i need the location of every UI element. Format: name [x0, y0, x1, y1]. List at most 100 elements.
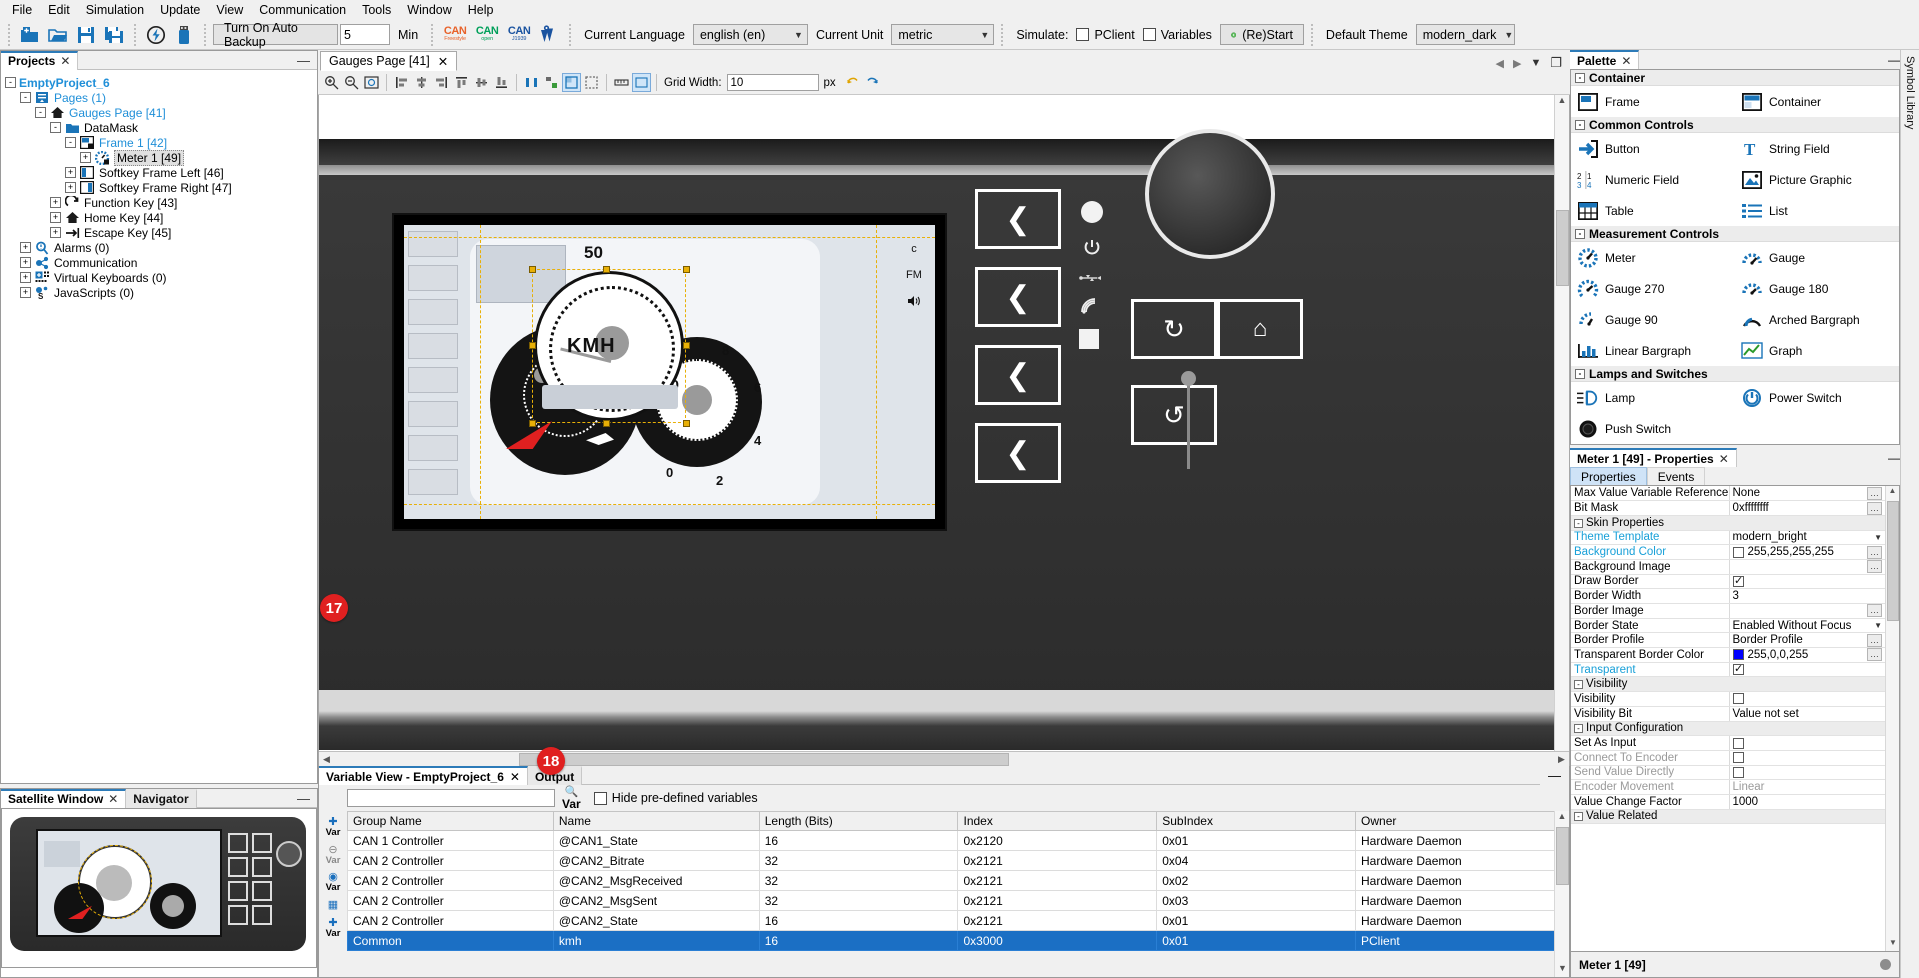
- screen-softkey-6[interactable]: [408, 401, 458, 427]
- property-row[interactable]: Value Change Factor1000: [1571, 794, 1885, 809]
- property-group-header[interactable]: -Input Configuration: [1571, 721, 1885, 736]
- new-project-icon[interactable]: [17, 22, 43, 48]
- property-value[interactable]: 255,0,0,255…: [1729, 648, 1885, 663]
- horizontal-scroll-thumb[interactable]: [519, 753, 1009, 766]
- align-left-icon[interactable]: [392, 73, 411, 92]
- expand-icon[interactable]: +: [50, 212, 61, 223]
- property-checkbox[interactable]: [1733, 752, 1744, 763]
- expand-icon[interactable]: +: [20, 257, 31, 268]
- variables-checkbox[interactable]: [1143, 28, 1156, 41]
- collapse-icon[interactable]: -: [1575, 229, 1585, 239]
- tree-node[interactable]: -Frame 1 [42]: [5, 135, 317, 150]
- save-icon[interactable]: [73, 22, 99, 48]
- column-subindex[interactable]: SubIndex: [1157, 812, 1356, 831]
- palette-item-list[interactable]: List: [1735, 195, 1899, 226]
- minimize-icon[interactable]: —: [1888, 451, 1900, 465]
- property-value[interactable]: Border Profile…: [1729, 633, 1885, 648]
- project-tree[interactable]: -EmptyProject_6-Pages (1)-Gauges Page [4…: [1, 70, 317, 783]
- table-view-button[interactable]: ▦: [328, 900, 338, 911]
- design-canvas[interactable]: 8 6 4 2 0 100: [318, 95, 1570, 766]
- collapse-icon[interactable]: -: [1574, 812, 1583, 821]
- tab-palette[interactable]: Palette ✕: [1570, 50, 1639, 69]
- property-checkbox[interactable]: [1733, 576, 1744, 587]
- collapse-icon[interactable]: -: [1574, 680, 1583, 689]
- add-variable-button[interactable]: ✚Var: [326, 817, 341, 838]
- hide-predefined-row[interactable]: Hide pre-defined variables: [594, 791, 758, 805]
- selection-handle-sw[interactable]: [529, 420, 536, 427]
- escape-key-button[interactable]: ↺: [1131, 385, 1217, 445]
- close-icon[interactable]: ✕: [1719, 452, 1729, 466]
- menu-update[interactable]: Update: [152, 1, 208, 19]
- restart-button[interactable]: (Re)Start: [1220, 24, 1304, 45]
- zoom-fit-icon[interactable]: [362, 73, 381, 92]
- property-group-header[interactable]: -Skin Properties: [1571, 515, 1885, 530]
- palette-group-header[interactable]: -Lamps and Switches: [1571, 366, 1899, 382]
- tree-node[interactable]: -EmptyProject_6: [5, 75, 317, 90]
- property-value[interactable]: …: [1729, 604, 1885, 619]
- browse-button[interactable]: …: [1867, 648, 1882, 661]
- property-value[interactable]: 1000: [1729, 794, 1885, 809]
- rotary-knob[interactable]: [1145, 129, 1275, 259]
- property-row[interactable]: Transparent Border Color255,0,0,255…: [1571, 648, 1885, 663]
- properties-grid[interactable]: Max Value Variable ReferenceNone…Bit Mas…: [1571, 486, 1885, 824]
- palette-item-string-field[interactable]: TString Field: [1735, 133, 1899, 164]
- property-value[interactable]: [1729, 736, 1885, 751]
- home-key-button[interactable]: ⌂: [1217, 299, 1303, 359]
- property-value[interactable]: …: [1729, 559, 1885, 574]
- variables-checkbox-row[interactable]: Variables: [1143, 28, 1212, 42]
- scroll-down-icon[interactable]: ▼: [1555, 963, 1569, 977]
- cell-owner[interactable]: Hardware Daemon▼: [1356, 891, 1569, 911]
- property-checkbox[interactable]: [1733, 738, 1744, 749]
- menu-edit[interactable]: Edit: [40, 1, 78, 19]
- palette-item-graph[interactable]: Graph: [1735, 335, 1899, 366]
- property-row[interactable]: Connect To Encoder: [1571, 750, 1885, 765]
- properties-grid-scroll[interactable]: Max Value Variable ReferenceNone…Bit Mas…: [1570, 485, 1900, 952]
- palette-item-power-switch[interactable]: Power Switch: [1735, 382, 1899, 413]
- selection-handle-s[interactable]: [603, 420, 610, 427]
- table-row[interactable]: Commonkmh160x30000x01PClient▼: [348, 931, 1569, 951]
- selection-handle-nw[interactable]: [529, 266, 536, 273]
- selection-handle-e[interactable]: [683, 342, 690, 349]
- chevron-down-icon[interactable]: ▼: [1874, 533, 1882, 542]
- property-group-row[interactable]: -Value Related: [1571, 809, 1885, 824]
- property-row[interactable]: Transparent: [1571, 662, 1885, 677]
- tree-node[interactable]: +Function Key [43]: [5, 195, 317, 210]
- backup-minutes-input[interactable]: 5: [340, 24, 390, 45]
- hmi-screen[interactable]: 8 6 4 2 0 100: [392, 213, 947, 531]
- tree-node[interactable]: +Softkey Frame Right [47]: [5, 180, 317, 195]
- minimize-icon[interactable]: —: [290, 53, 317, 68]
- property-row[interactable]: Set As Input: [1571, 736, 1885, 751]
- screen-softkey-1[interactable]: [408, 231, 458, 257]
- variable-table[interactable]: Group Name Name Length (Bits) Index SubI…: [347, 811, 1569, 951]
- property-value[interactable]: 3: [1729, 589, 1885, 604]
- color-swatch[interactable]: [1733, 547, 1744, 558]
- properties-scrollbar[interactable]: ▲ ▼: [1885, 486, 1899, 951]
- variable-table-scroll[interactable]: Group Name Name Length (Bits) Index SubI…: [347, 811, 1569, 977]
- screen-softkey-3[interactable]: [408, 299, 458, 325]
- prev-tab-icon[interactable]: ◀: [1496, 57, 1504, 70]
- search-var-icon[interactable]: 🔍 Var: [562, 787, 581, 810]
- browse-button[interactable]: …: [1867, 502, 1882, 515]
- property-row[interactable]: Send Value Directly: [1571, 765, 1885, 780]
- table-row[interactable]: CAN 2 Controller@CAN2_Bitrate320x21210x0…: [348, 851, 1569, 871]
- scroll-up-icon[interactable]: ▲: [1555, 811, 1569, 825]
- palette-item-lamp[interactable]: Lamp: [1571, 382, 1735, 413]
- can-freestyle-icon[interactable]: CAN Freestyle: [440, 26, 470, 43]
- column-group-name[interactable]: Group Name: [348, 812, 554, 831]
- flash-icon[interactable]: [143, 22, 169, 48]
- hw-softkey-4[interactable]: ❮: [975, 423, 1061, 483]
- menu-simulation[interactable]: Simulation: [78, 1, 152, 19]
- column-owner[interactable]: Owner: [1356, 812, 1569, 831]
- scroll-up-icon[interactable]: ▲: [1886, 486, 1899, 499]
- variable-table-scrollbar[interactable]: ▲ ▼: [1554, 811, 1569, 977]
- tree-node[interactable]: +Softkey Frame Left [46]: [5, 165, 317, 180]
- collapse-icon[interactable]: -: [1574, 724, 1583, 733]
- next-tab-icon[interactable]: ▶: [1513, 57, 1521, 70]
- tab-gauges-page[interactable]: Gauges Page [41] ✕: [320, 51, 457, 71]
- scroll-left-icon[interactable]: ◀: [319, 754, 334, 765]
- property-row[interactable]: Background Color255,255,255,255…: [1571, 545, 1885, 560]
- hw-softkey-1[interactable]: ❮: [975, 189, 1061, 249]
- redo-icon[interactable]: [863, 73, 882, 92]
- property-group-header[interactable]: -Visibility: [1571, 677, 1885, 692]
- palette-item-numeric-field[interactable]: 2134Numeric Field: [1571, 164, 1735, 195]
